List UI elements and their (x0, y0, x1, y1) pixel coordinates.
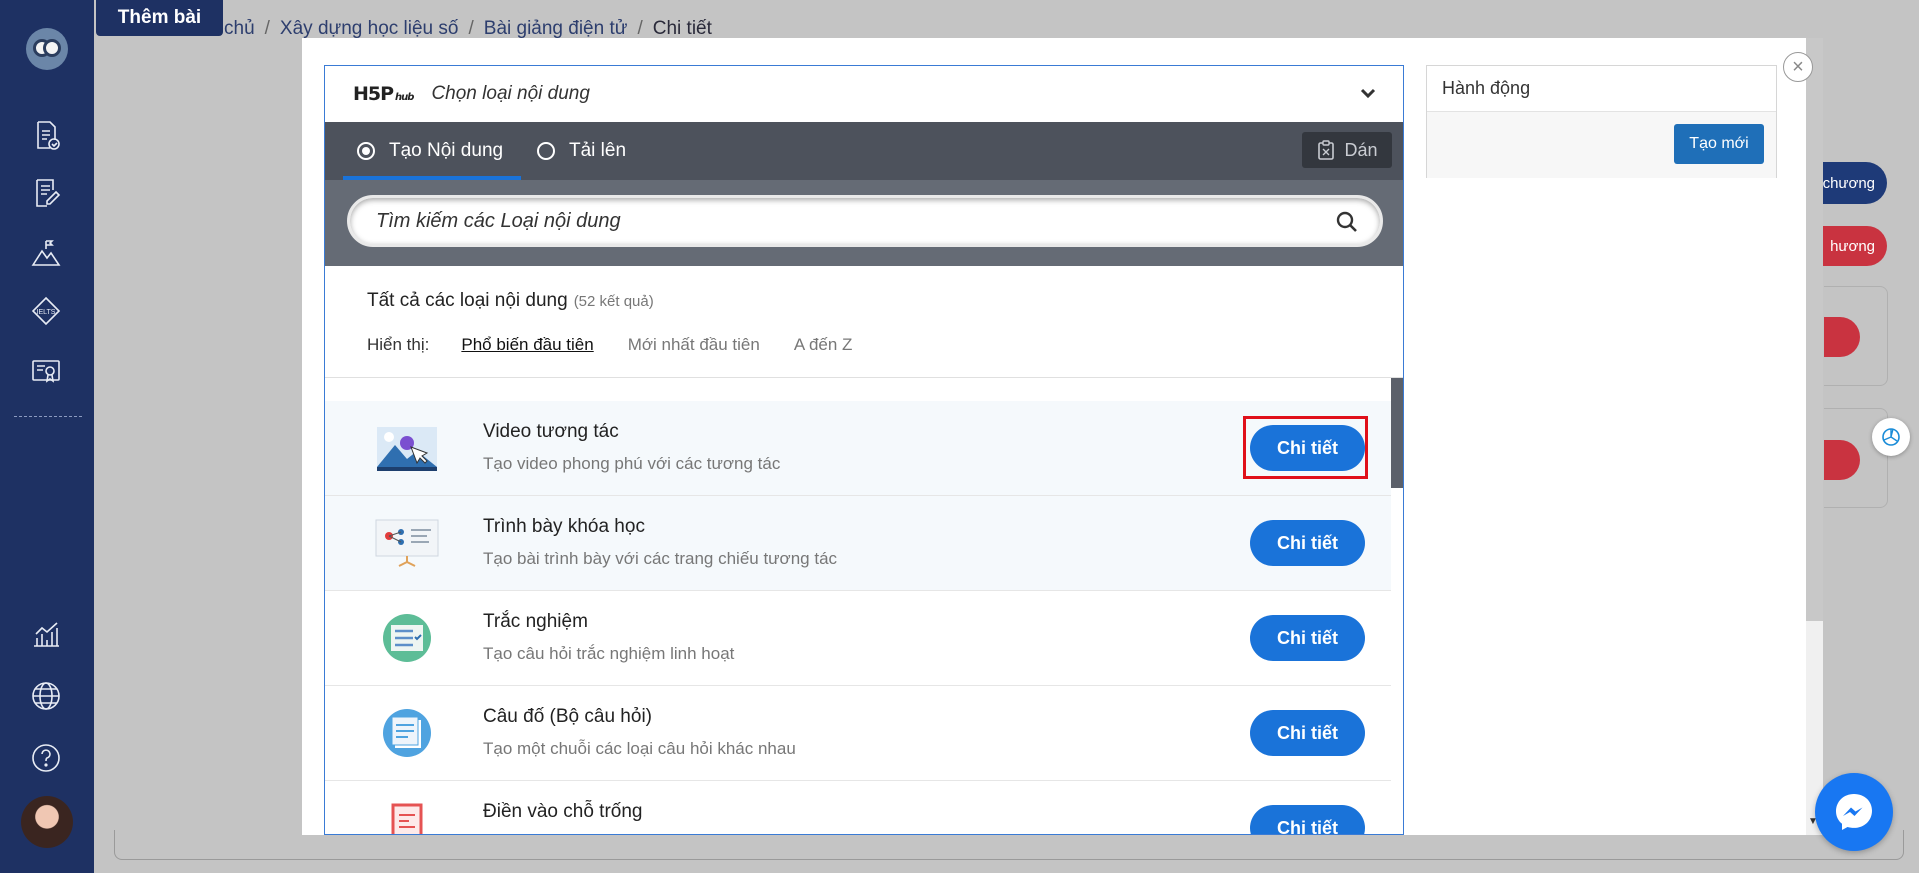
details-button[interactable]: Chi tiết (1250, 520, 1365, 566)
breadcrumb-current: Chi tiết (652, 18, 712, 39)
item-description: Tạo câu hỏi trắc nghiệm linh hoạt (483, 644, 735, 663)
document-check-icon[interactable] (29, 118, 63, 152)
sort-label: Hiển thị: (367, 335, 430, 354)
h5p-title: Chọn loại nội dung (431, 83, 590, 104)
sort-options: Hiển thị: Phổ biến đầu tiên Mới nhất đầu… (367, 335, 852, 355)
list-item[interactable]: Trắc nghiệm Tạo câu hỏi trắc nghiệm linh… (325, 591, 1391, 686)
question-set-icon (383, 709, 431, 757)
openai-icon[interactable] (1872, 418, 1910, 456)
add-lesson-tab[interactable]: Thêm bài (96, 0, 223, 36)
content-type-list: Video tương tác Tạo video phong phú với … (325, 401, 1391, 834)
item-description: Tạo một chuỗi các loại câu hỏi khác nhau (483, 739, 796, 758)
chevron-down-icon[interactable] (1359, 84, 1377, 102)
breadcrumb-separator: / (468, 18, 474, 39)
h5p-logo: H5P hub (353, 83, 414, 105)
item-title: Trắc nghiệm (483, 611, 588, 632)
action-panel-title: Hành động (1427, 66, 1776, 112)
sort-a-z[interactable]: A đến Z (794, 335, 853, 355)
search-icon[interactable] (1336, 211, 1358, 233)
item-title: Câu đố (Bộ câu hỏi) (483, 706, 652, 727)
details-button[interactable]: Chi tiết (1250, 805, 1365, 834)
ielts-icon[interactable]: IELTS (29, 294, 63, 328)
edit-document-icon[interactable] (29, 176, 63, 210)
results-header: Tất cả các loại nội dung (52 kết quả) Hiể… (325, 266, 1403, 378)
close-icon[interactable]: × (1783, 52, 1813, 82)
svg-text:IELTS: IELTS (37, 309, 56, 316)
highlight-box (1243, 416, 1368, 479)
course-presentation-icon (375, 519, 439, 567)
fill-blanks-icon (391, 803, 423, 834)
h5p-header[interactable]: H5P hub Chọn loại nội dung (325, 66, 1403, 122)
item-description: Tạo bài trình bày với các trang chiếu tư… (483, 549, 838, 568)
details-button[interactable]: Chi tiết (1250, 710, 1365, 756)
h5p-tabbar: Tạo Nội dung Tải lên Dán (325, 122, 1403, 180)
mountain-flag-icon[interactable] (29, 236, 63, 270)
certificate-icon[interactable] (29, 354, 63, 388)
list-scrollbar[interactable] (1391, 378, 1403, 834)
owl-logo[interactable] (26, 28, 68, 70)
item-title: Trình bày khóa học (483, 516, 645, 537)
list-item[interactable]: Video tương tác Tạo video phong phú với … (325, 401, 1391, 496)
tab-upload[interactable]: Tải lên (537, 122, 626, 180)
breadcrumb-home[interactable]: chủ (224, 18, 255, 39)
breadcrumb: chủ / Xây dựng học liệu số / Bài giảng điện … (224, 18, 712, 40)
interactive-video-icon (377, 427, 437, 471)
tab-upload-label: Tải lên (569, 140, 627, 161)
list-scrollbar-thumb[interactable] (1391, 378, 1403, 488)
search-placeholder: Tìm kiếm các Loại nội dung (376, 209, 621, 232)
radio-icon (537, 142, 555, 160)
paste-button[interactable]: Dán (1302, 132, 1392, 168)
list-item[interactable]: Trình bày khóa học Tạo bài trình bày với… (325, 496, 1391, 591)
sidebar-divider (14, 416, 82, 417)
multiple-choice-icon (383, 614, 431, 662)
results-title: Tất cả các loại nội dung (52 kết quả) (367, 290, 654, 311)
breadcrumb-digital-materials[interactable]: Xây dựng học liệu số (280, 18, 459, 39)
modal-scrollbar[interactable] (1806, 38, 1823, 621)
item-title: Video tương tác (483, 421, 619, 442)
sort-newest[interactable]: Mới nhất đầu tiên (628, 335, 760, 355)
user-avatar[interactable] (21, 796, 73, 848)
h5p-hub: H5P hub Chọn loại nội dung Tạo Nội dung T… (324, 65, 1404, 835)
breadcrumb-separator: / (637, 18, 643, 39)
tab-create-label: Tạo Nội dung (389, 140, 504, 161)
search-input[interactable]: Tìm kiếm các Loại nội dung (347, 195, 1383, 247)
breadcrumb-separator: / (264, 18, 270, 39)
messenger-icon[interactable] (1815, 773, 1893, 851)
help-icon[interactable] (29, 741, 63, 775)
item-description: Tạo video phong phú với các tương tác (483, 454, 781, 473)
globe-icon[interactable] (29, 679, 63, 713)
radio-selected-icon (357, 142, 375, 160)
list-item[interactable]: Câu đố (Bộ câu hỏi) Tạo một chuỗi các lo… (325, 686, 1391, 781)
paste-label: Dán (1344, 139, 1378, 160)
tab-create-content[interactable]: Tạo Nội dung (357, 122, 517, 180)
details-button[interactable]: Chi tiết (1250, 615, 1365, 661)
create-new-button[interactable]: Tạo mới (1674, 124, 1764, 164)
action-panel: Hành động Tạo mới (1426, 65, 1777, 178)
sort-popular[interactable]: Phổ biến đầu tiên (461, 335, 593, 355)
results-count: (52 kết quả) (573, 293, 654, 310)
item-title: Điền vào chỗ trống (483, 801, 643, 822)
search-area: Tìm kiếm các Loại nội dung (325, 180, 1403, 266)
clipboard-icon (1318, 140, 1335, 160)
analytics-icon[interactable] (29, 617, 63, 651)
action-panel-body: Tạo mới (1427, 112, 1776, 178)
list-item[interactable]: Điền vào chỗ trống Chi tiết (325, 781, 1391, 834)
left-sidebar: IELTS (0, 0, 94, 873)
breadcrumb-e-lectures[interactable]: Bài giảng điện tử (484, 18, 628, 39)
